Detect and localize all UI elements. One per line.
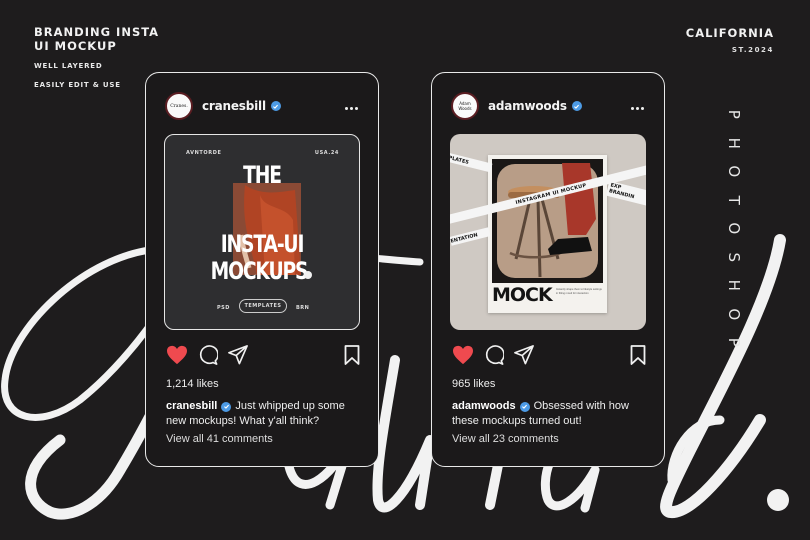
post-header: Cranes. cranesbill (165, 91, 362, 121)
tape-entation: ENTATION (450, 227, 491, 246)
poster-photo (497, 163, 598, 278)
caption-username[interactable]: cranesbill (166, 400, 217, 412)
media-tag-templates: TEMPLATES (239, 299, 287, 313)
vertical-letter: P (725, 109, 744, 119)
established-year: ST.2024 (731, 46, 774, 54)
bookmark-save-icon[interactable] (344, 345, 360, 365)
view-comments-link[interactable]: View all 23 comments (452, 433, 559, 445)
poster-title: MOCK (492, 284, 553, 306)
instagram-post-card: Adam Woods adamwoods MOCK Instantly shap… (431, 72, 665, 467)
media-dot (304, 271, 312, 279)
brand-subtitle-line-1: WELL LAYERED (34, 62, 103, 70)
brand-title-line-1: BRANDING INSTA (34, 25, 160, 39)
verified-badge-icon (221, 401, 232, 412)
poster-photo-frame (492, 159, 603, 283)
avatar[interactable]: Cranes. (165, 92, 193, 120)
avatar[interactable]: Adam Woods (451, 92, 479, 120)
caption-username[interactable]: adamwoods (452, 400, 516, 412)
likes-count[interactable]: 965 likes (452, 378, 495, 390)
vertical-letter: O (725, 307, 744, 320)
post-media[interactable]: MOCK Instantly shape them to lifestyle s… (450, 134, 646, 330)
instagram-post-card: Cranes. cranesbill AVNTORDE USA.24 THE I… (145, 72, 379, 467)
post-media[interactable]: AVNTORDE USA.24 THE INSTA-UI MOCKUPS PSD… (164, 134, 360, 330)
media-tag-psd: PSD (217, 305, 230, 311)
poster-body-text: Instantly shape them to lifestyle settin… (556, 288, 602, 295)
media-top-left-label: AVNTORDE (186, 150, 222, 156)
share-send-icon[interactable] (514, 345, 534, 365)
bookmark-save-icon[interactable] (630, 345, 646, 365)
post-caption: adamwoods Obsessed with how these mockups… (452, 399, 650, 429)
location-city: CALIFORNIA (685, 26, 774, 40)
vertical-letter: O (725, 222, 744, 235)
brand-title-line-2: UI MOCKUP (34, 39, 117, 53)
vertical-letter: H (725, 137, 744, 149)
like-heart-icon[interactable] (166, 345, 188, 365)
verified-badge-icon (519, 401, 530, 412)
post-actions (452, 345, 646, 367)
vertical-letter: S (725, 251, 744, 262)
tape-text: PLATES (450, 154, 470, 166)
comment-bubble-icon[interactable] (484, 345, 504, 365)
media-tag-brn: BRN (296, 305, 310, 311)
vertical-letter: O (725, 165, 744, 178)
likes-count[interactable]: 1,214 likes (166, 378, 219, 390)
media-headline-insta-ui: INSTA-UI (220, 230, 305, 258)
avatar-logo-text: Adam Woods (458, 101, 472, 111)
post-caption: cranesbill Just whipped up some new mocku… (166, 399, 364, 429)
media-headline-mockups: MOCKUPS (210, 257, 309, 285)
verified-badge-icon (571, 101, 582, 111)
vertical-letter: T (725, 195, 744, 205)
more-options-icon[interactable] (631, 107, 644, 110)
tape-plates: PLATES (450, 152, 493, 173)
more-options-icon[interactable] (345, 107, 358, 110)
vertical-photoshop-label: P H O T O S H O P (725, 100, 743, 357)
vertical-letter: H (725, 279, 744, 291)
media-headline-the: THE (243, 161, 282, 189)
brand-block: BRANDING INSTA UI MOCKUP WELL LAYERED EA… (34, 25, 159, 91)
tape-branding: EXP BRANDIN (605, 180, 646, 207)
post-username[interactable]: adamwoods (488, 99, 567, 113)
view-comments-link[interactable]: View all 41 comments (166, 433, 273, 445)
brand-subtitle-line-2: EASILY EDIT & USE (34, 81, 121, 89)
post-header: Adam Woods adamwoods (451, 91, 648, 121)
share-send-icon[interactable] (228, 345, 248, 365)
post-actions (166, 345, 360, 367)
media-top-right-label: USA.24 (314, 150, 339, 156)
location-block: CALIFORNIA ST.2024 (686, 26, 774, 54)
like-heart-icon[interactable] (452, 345, 474, 365)
vertical-letter: P (725, 337, 744, 347)
post-username[interactable]: cranesbill (202, 99, 266, 113)
tape-text: ENTATION (450, 231, 479, 245)
comment-bubble-icon[interactable] (198, 345, 218, 365)
avatar-logo-text: Cranes. (170, 103, 188, 109)
verified-badge-icon (270, 101, 281, 111)
